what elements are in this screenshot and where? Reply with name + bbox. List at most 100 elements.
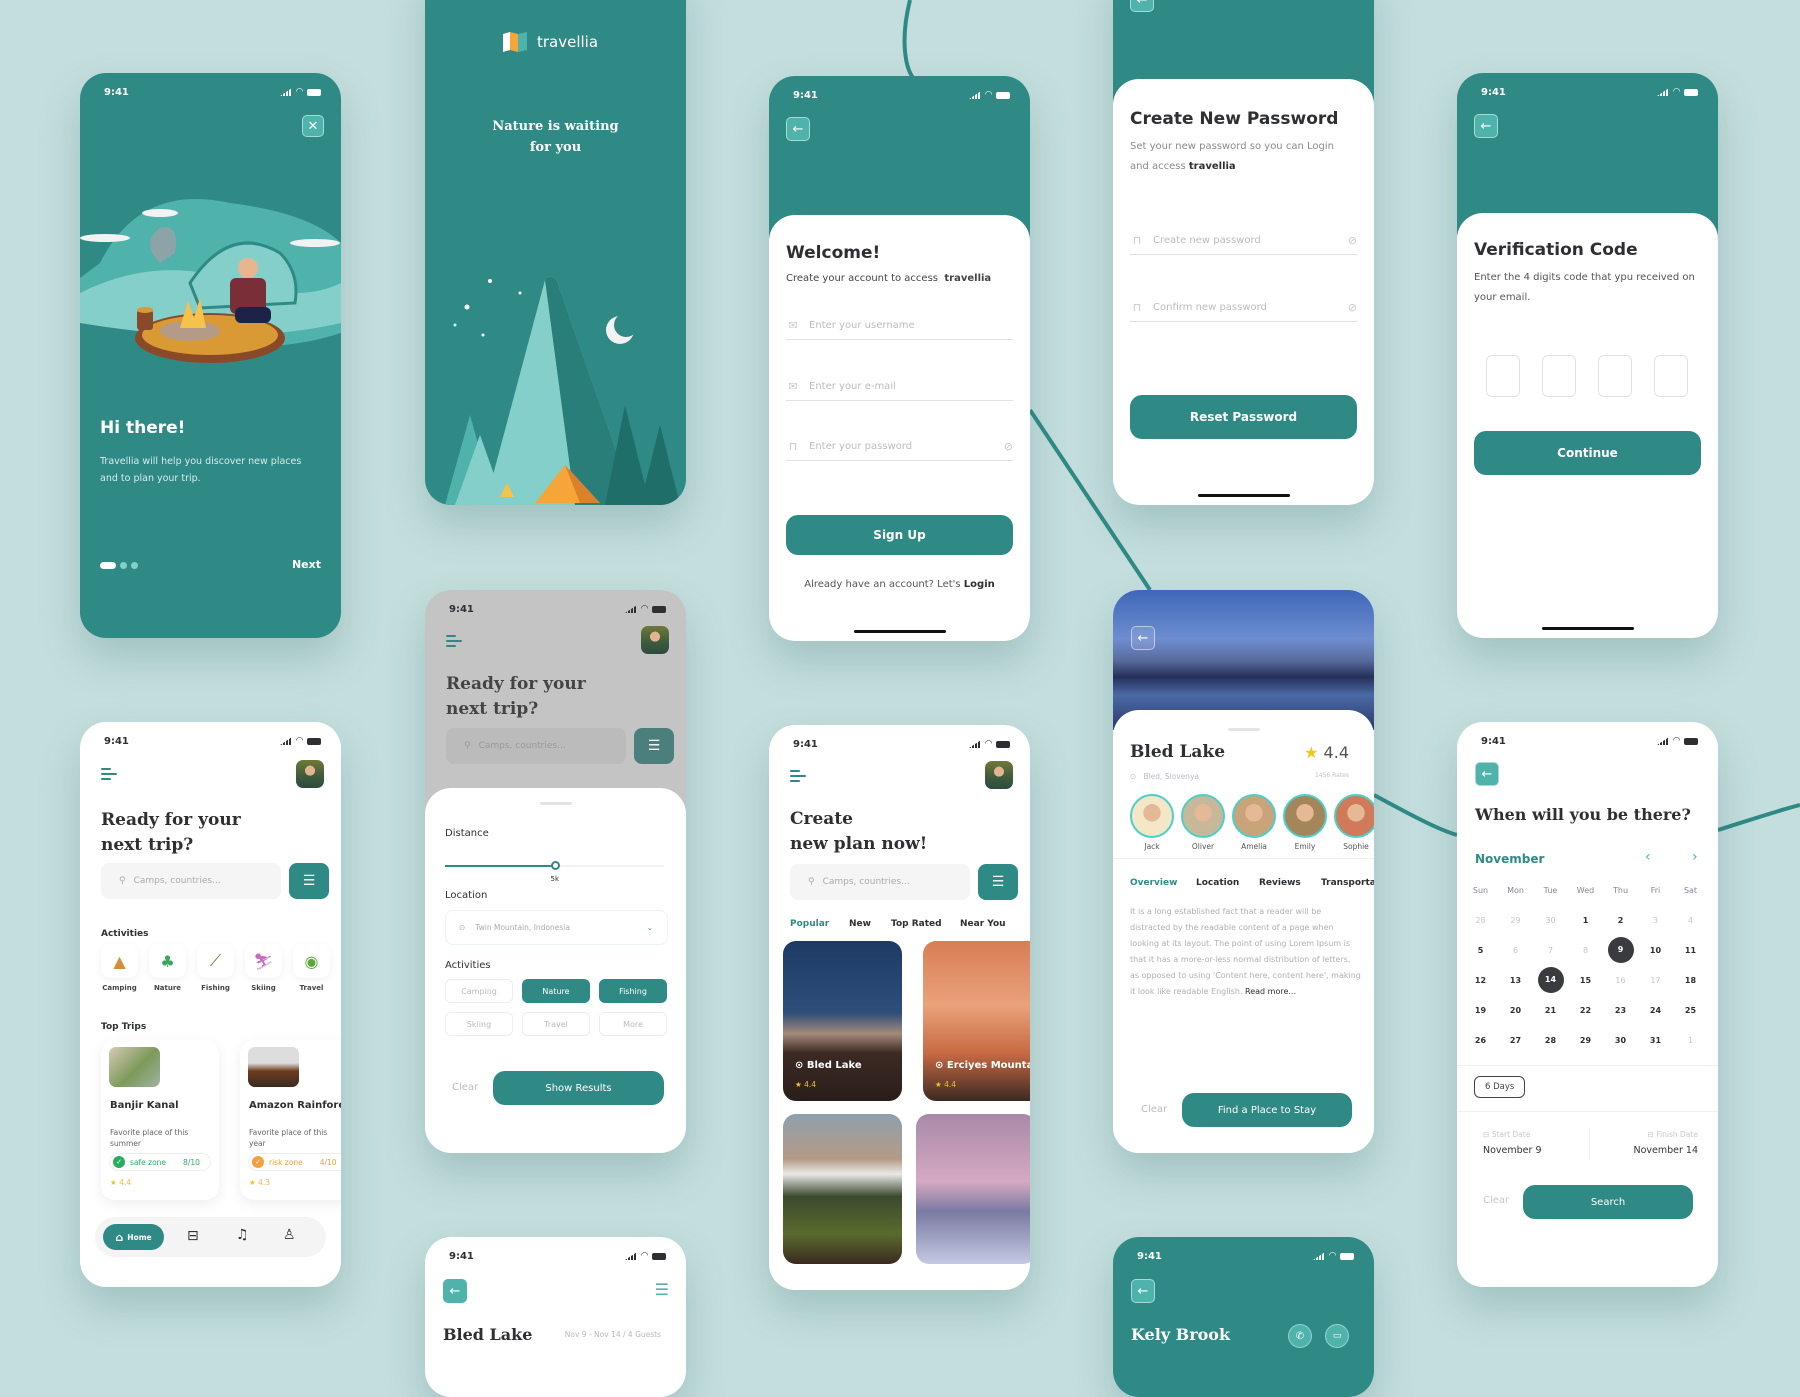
menu-icon[interactable]	[101, 768, 117, 780]
hide-password-icon[interactable]: ⊘	[1004, 440, 1013, 453]
calendar-day[interactable]: 31	[1638, 1025, 1673, 1055]
finish-date[interactable]: ⊟ Finish Date November 14	[1633, 1130, 1698, 1156]
hide-password-icon[interactable]: ⊘	[1348, 301, 1357, 314]
calendar-day[interactable]: 30	[1603, 1025, 1638, 1055]
clear-button[interactable]: Clear	[1141, 1104, 1167, 1115]
calendar-day[interactable]: 22	[1568, 995, 1603, 1025]
calendar-day[interactable]: 28	[1533, 1025, 1568, 1055]
tab-new[interactable]: New	[849, 919, 871, 929]
show-results-button[interactable]: Show Results	[493, 1071, 664, 1105]
back-button[interactable]: ←	[786, 117, 810, 141]
user-avatar[interactable]	[985, 761, 1013, 789]
calendar-day[interactable]: 30	[1533, 905, 1568, 935]
prev-month-button[interactable]: ‹	[1645, 849, 1651, 865]
page-dot[interactable]	[131, 562, 138, 569]
nav-profile-icon[interactable]: ♙	[283, 1227, 296, 1243]
calendar-day[interactable]: 18	[1673, 965, 1708, 995]
calendar-day[interactable]: 20	[1498, 995, 1533, 1025]
search-input[interactable]: ⚲ Camps, countries...	[101, 863, 281, 899]
calendar-day[interactable]: 26	[1463, 1025, 1498, 1055]
reset-password-button[interactable]: Reset Password	[1130, 395, 1357, 439]
calendar-day[interactable]: 15	[1568, 965, 1603, 995]
continue-button[interactable]: Continue	[1474, 431, 1701, 475]
filter-button[interactable]: ☰	[978, 864, 1018, 900]
activity-nature[interactable]: ♣	[149, 944, 186, 978]
person-avatar[interactable]: Emily	[1283, 794, 1327, 851]
next-button[interactable]: Next	[292, 558, 321, 571]
confirm-password-field[interactable]: ⊓ Confirm new password ⊘	[1130, 294, 1357, 322]
person-avatar[interactable]: Sophie	[1334, 794, 1374, 851]
calendar-day[interactable]: 11	[1673, 935, 1708, 965]
menu-icon[interactable]	[790, 770, 806, 782]
tab-overview[interactable]: Overview	[1130, 878, 1177, 888]
calendar-day[interactable]: 6	[1498, 935, 1533, 965]
destination-card[interactable]	[783, 1114, 902, 1264]
password-field[interactable]: ⊓ Enter your password ⊘	[786, 433, 1013, 461]
activity-camping[interactable]: ▲	[101, 944, 138, 978]
clear-button[interactable]: Clear	[1483, 1195, 1509, 1206]
clear-button[interactable]: Clear	[452, 1082, 478, 1093]
chip-camping[interactable]: Camping	[445, 979, 513, 1003]
calendar-day[interactable]: 4	[1673, 905, 1708, 935]
calendar-day[interactable]: 7	[1533, 935, 1568, 965]
code-digit-input[interactable]	[1486, 355, 1520, 397]
call-button[interactable]: ✆	[1288, 1324, 1312, 1348]
person-avatar[interactable]: Jack	[1130, 794, 1174, 851]
page-indicator[interactable]	[100, 562, 138, 569]
back-button[interactable]: ←	[1130, 0, 1154, 12]
calendar-day[interactable]: 21	[1533, 995, 1568, 1025]
calendar-day[interactable]: 5	[1463, 935, 1498, 965]
calendar-day[interactable]: 2	[1603, 905, 1638, 935]
email-field[interactable]: ✉ Enter your e-mail	[786, 373, 1013, 401]
login-link[interactable]: Login	[964, 579, 995, 590]
next-month-button[interactable]: ›	[1692, 849, 1698, 865]
destination-card[interactable]: ⊙ Erciyes Mountain ★ 4.4	[923, 941, 1030, 1101]
calendar-day[interactable]: 16	[1603, 965, 1638, 995]
read-more-link[interactable]: Read more...	[1245, 987, 1296, 996]
distance-slider[interactable]	[445, 861, 664, 870]
chip-fishing[interactable]: Fishing	[599, 979, 667, 1003]
calendar-day[interactable]: 9	[1603, 935, 1638, 965]
tab-location[interactable]: Location	[1196, 878, 1239, 888]
calendar-day[interactable]: 13	[1498, 965, 1533, 995]
calendar-day[interactable]: 23	[1603, 995, 1638, 1025]
tab-reviews[interactable]: Reviews	[1259, 878, 1301, 888]
tab-top-rated[interactable]: Top Rated	[891, 919, 942, 929]
calendar-day[interactable]: 29	[1568, 1025, 1603, 1055]
calendar-day[interactable]: 1	[1568, 905, 1603, 935]
nav-bell-icon[interactable]: ♫	[236, 1227, 249, 1243]
code-digit-input[interactable]	[1654, 355, 1688, 397]
tab-near-you[interactable]: Near You	[960, 919, 1006, 929]
nav-bag-icon[interactable]: ⊟	[187, 1228, 199, 1244]
trip-card[interactable]: Amazon Rainforest Favorite place of this…	[240, 1040, 341, 1200]
calendar-day[interactable]: 27	[1498, 1025, 1533, 1055]
back-button[interactable]: ←	[1131, 626, 1155, 650]
chip-travel[interactable]: Travel	[522, 1012, 590, 1036]
back-button[interactable]: ←	[1131, 1279, 1155, 1303]
menu-icon[interactable]	[446, 635, 462, 647]
destination-card[interactable]: ⊙ Bled Lake ★ 4.4	[783, 941, 902, 1101]
back-button[interactable]: ←	[1474, 114, 1498, 138]
location-select[interactable]: ⊙ Twin Mountain, Indonesia ⌄	[445, 910, 668, 945]
new-password-field[interactable]: ⊓ Create new password ⊘	[1130, 227, 1357, 255]
calendar-day[interactable]: 14	[1533, 965, 1568, 995]
code-digit-input[interactable]	[1542, 355, 1576, 397]
tab-popular[interactable]: Popular	[790, 919, 829, 929]
hide-password-icon[interactable]: ⊘	[1348, 234, 1357, 247]
page-dot[interactable]	[120, 562, 127, 569]
slider-thumb[interactable]	[550, 861, 560, 870]
user-avatar[interactable]	[296, 760, 324, 788]
filter-icon[interactable]: ☰	[655, 1280, 669, 1299]
calendar-day[interactable]: 29	[1498, 905, 1533, 935]
close-button[interactable]: ✕	[302, 115, 324, 137]
nav-home[interactable]: ⌂ Home	[103, 1224, 164, 1250]
activity-skiing[interactable]: ⛷	[245, 944, 282, 978]
person-avatar[interactable]: Oliver	[1181, 794, 1225, 851]
calendar-day[interactable]: 12	[1463, 965, 1498, 995]
activity-fishing[interactable]: ⟋	[197, 944, 234, 978]
user-avatar[interactable]	[641, 626, 669, 654]
activity-travel[interactable]: ◉	[293, 944, 330, 978]
drag-handle[interactable]	[1228, 728, 1260, 731]
username-field[interactable]: ✉ Enter your username	[786, 312, 1013, 340]
search-button[interactable]: Search	[1523, 1185, 1693, 1219]
